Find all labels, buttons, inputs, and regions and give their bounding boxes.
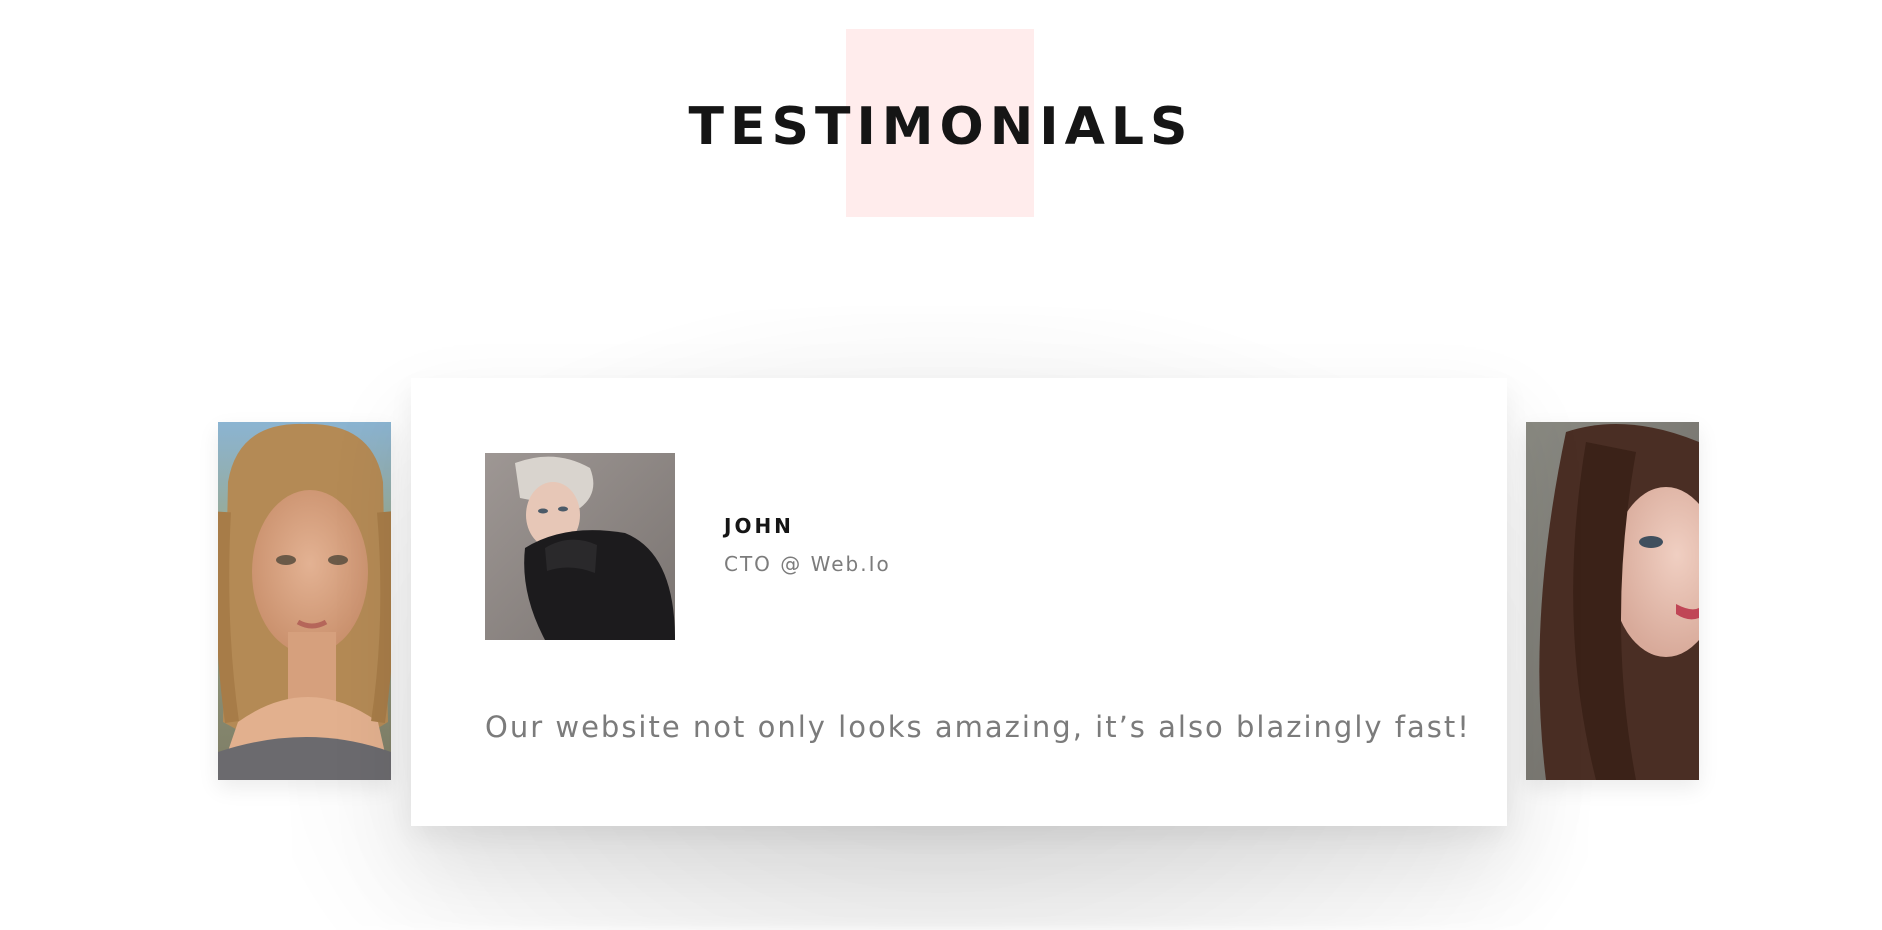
testimonial-card: JOHN CTO @ Web.Io Our website not only l… <box>411 378 1507 826</box>
next-testimonial-photo[interactable] <box>1526 422 1699 780</box>
man-portrait-image <box>485 453 675 640</box>
woman-portrait-image <box>1526 422 1699 780</box>
testimonial-quote: Our website not only looks amazing, it’s… <box>485 710 1471 744</box>
testimonial-avatar <box>485 453 675 640</box>
woman-portrait-image <box>218 422 391 780</box>
testimonial-author-name: JOHN <box>724 514 794 538</box>
previous-testimonial-photo[interactable] <box>218 422 391 780</box>
testimonials-header: TESTIMONIALS <box>0 0 1882 230</box>
section-title: TESTIMONIALS <box>688 97 1194 157</box>
testimonial-author-role: CTO @ Web.Io <box>724 552 891 576</box>
